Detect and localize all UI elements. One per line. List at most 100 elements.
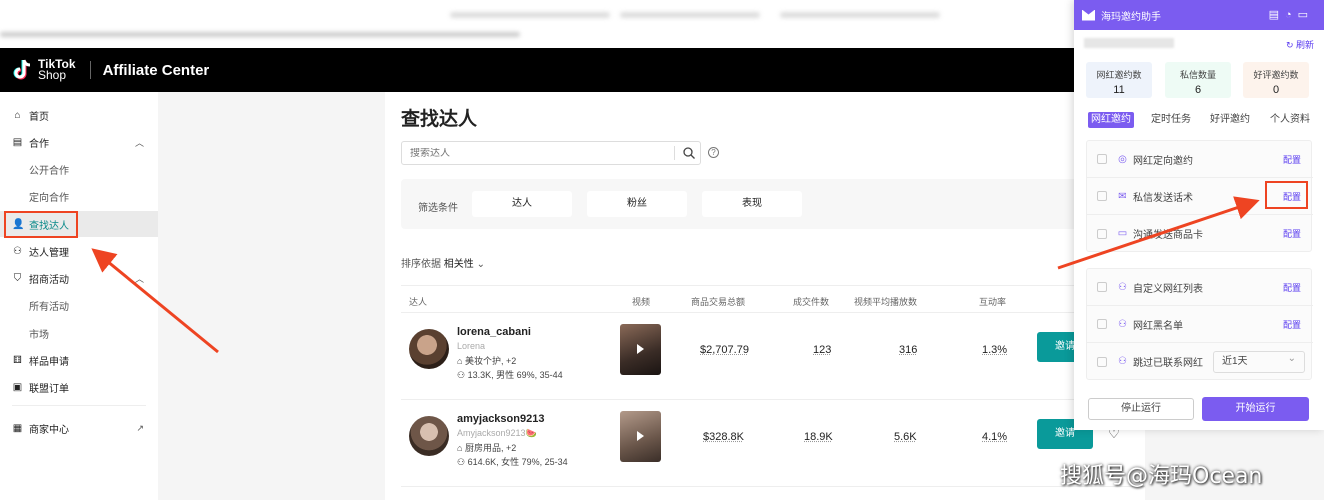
sidebar-item-cooperation[interactable]: ▤ 合作 ︿ (0, 129, 158, 155)
config-link[interactable]: 配置 (1283, 227, 1301, 240)
category-text: 美妆个护, +2 (464, 356, 517, 366)
creator-fans: ⚇ 13.3K, 男性 69%, 35-44 (457, 368, 563, 381)
refresh-button[interactable]: ↻ 刷新 (1286, 38, 1314, 51)
avatar[interactable] (409, 416, 449, 456)
sidebar-item-samples[interactable]: ⚅ 样品申请 (0, 347, 158, 373)
user-skip-icon: ⚇ (1118, 356, 1127, 367)
filter-creators-button[interactable]: 达人 (472, 191, 572, 217)
sidebar-item-affiliate-orders[interactable]: ▣ 联盟订单 (0, 374, 158, 400)
avg-views-value: 5.6K (894, 431, 917, 443)
start-button[interactable]: 开始运行 (1202, 397, 1309, 421)
gift-icon: ⚅ (13, 354, 22, 366)
creator-name[interactable]: amyjackson9213 (457, 413, 544, 425)
list-item[interactable]: ▭ 沟通发送商品卡 配置 (1087, 215, 1313, 252)
column-header: 达人 (409, 297, 428, 307)
sidebar-item-campaigns[interactable]: ⛉ 招商活动 ︿ (0, 265, 158, 291)
tiktok-logo-icon (13, 59, 31, 80)
stat-messages: 私信数量 6 (1165, 62, 1231, 98)
units-value: 18.9K (804, 431, 833, 443)
checkbox[interactable] (1097, 228, 1107, 239)
help-icon[interactable]: ? (708, 147, 719, 158)
watermark: 搜狐号@海玛Ocean (1060, 464, 1263, 489)
tiktok-shop-logo[interactable]: TikTok Shop (12, 58, 76, 82)
filter-performance-button[interactable]: 表现 (702, 191, 802, 217)
checkbox[interactable] (1097, 154, 1107, 164)
header-title: Affiliate Center (102, 61, 210, 79)
config-link[interactable]: 配置 (1283, 153, 1301, 166)
item-label: 自定义网红列表 (1133, 283, 1203, 295)
panel-group-2: ⚇ 自定义网红列表 配置 ⚇ 网红黑名单 配置 ⚇ 跳过已联系网红 近1天 (1086, 268, 1313, 380)
store-icon: ▦ (12, 422, 23, 434)
creator-handle: Amyjackson9213🍉 (457, 428, 537, 438)
annotation-redbox-config (1265, 181, 1308, 209)
tab-review-invite[interactable]: 好评邀约 (1210, 112, 1250, 128)
shield-icon: ⛉ (13, 272, 22, 284)
checkbox[interactable] (1097, 356, 1107, 367)
search-box (401, 141, 701, 165)
sidebar-item-home[interactable]: ⌂ 首页 (0, 102, 158, 128)
sidebar-item-label: 商家中心 (29, 424, 69, 436)
chevron-down-icon: ⌄ (476, 259, 485, 270)
search-input[interactable] (402, 147, 674, 159)
sidebar-item-label: 联盟订单 (29, 383, 69, 395)
column-header: 视频平均播放数 (854, 297, 918, 307)
video-thumbnail[interactable] (620, 411, 661, 462)
haima-logo-icon (1082, 9, 1095, 21)
sidebar: ⌂ 首页 ▤ 合作 ︿ 公开合作 定向合作 👤 查找达人 ⚇ 达人管理 ⛉ 招商… (0, 92, 158, 500)
sort-selector[interactable]: 排序依据 相关性 ⌄ (401, 255, 485, 270)
tab-influencer-invite[interactable]: 网红邀约 (1088, 112, 1134, 128)
stat-label: 私信数量 (1179, 70, 1216, 80)
avatar[interactable] (409, 329, 449, 369)
page-title: 查找达人 (401, 109, 478, 130)
filter-bar: 筛选条件 达人 粉丝 表现 (401, 179, 1091, 229)
item-label: 网红定向邀约 (1133, 155, 1193, 167)
list-item[interactable]: ⚇ 跳过已联系网红 近1天 (1087, 343, 1313, 380)
stop-button[interactable]: 停止运行 (1088, 398, 1194, 420)
table-row[interactable]: lorena_cabani Lorena ⌂ 美妆个护, +2 ⚇ 13.3K,… (401, 314, 1145, 400)
sidebar-item-targeted-cooperation[interactable]: 定向合作 (0, 183, 158, 209)
list-item[interactable]: ⚇ 网红黑名单 配置 (1087, 306, 1313, 343)
search-divider (674, 146, 675, 160)
checkbox[interactable] (1097, 282, 1107, 292)
external-link-icon: ↗ (136, 422, 144, 433)
sidebar-item-label: 所有活动 (29, 301, 69, 313)
user-block-icon: ⚇ (1118, 318, 1127, 330)
list-item[interactable]: ◎ 网红定向邀约 配置 (1087, 141, 1313, 178)
mail-icon: ✉ (1118, 190, 1127, 202)
sidebar-item-label: 定向合作 (29, 192, 69, 204)
item-label: 私信发送话术 (1133, 192, 1193, 204)
table-row[interactable]: amyjackson9213 Amyjackson9213🍉 ⌂ 厨房用品, +… (401, 401, 1145, 487)
sidebar-item-label: 首页 (29, 111, 49, 123)
sidebar-item-seller-center[interactable]: ▦ 商家中心 ↗ (0, 415, 158, 441)
sidebar-item-all-campaigns[interactable]: 所有活动 (0, 292, 158, 318)
tab-profile[interactable]: 个人资料 (1270, 112, 1310, 128)
sidebar-item-market[interactable]: 市场 (0, 320, 158, 346)
sidebar-item-label: 市场 (29, 329, 49, 341)
users-icon: ⚇ (1118, 281, 1127, 293)
units-value: 123 (813, 344, 832, 356)
stat-influencer-invites: 网红邀约数 11 (1086, 62, 1152, 98)
video-thumbnail[interactable] (620, 324, 661, 375)
fans-text: 614.6K, 女性 79%, 25-34 (467, 457, 568, 467)
sidebar-item-creator-management[interactable]: ⚇ 达人管理 (0, 238, 158, 264)
panel-header: 海玛邀约助手 ▤◔▭ (1074, 0, 1324, 30)
sidebar-item-label: 达人管理 (29, 247, 69, 259)
stat-review-invites: 好评邀约数 0 (1243, 62, 1309, 98)
tab-scheduled-tasks[interactable]: 定时任务 (1151, 112, 1191, 128)
panel-header-icons[interactable]: ▤◔▭ (1269, 8, 1314, 21)
creator-name[interactable]: lorena_cabani (457, 326, 531, 338)
sidebar-item-label: 样品申请 (29, 356, 69, 368)
filter-followers-button[interactable]: 粉丝 (587, 191, 687, 217)
config-link[interactable]: 配置 (1283, 281, 1301, 294)
creator-category: ⌂ 厨房用品, +2 (457, 441, 516, 454)
checkbox[interactable] (1097, 191, 1107, 201)
tag-icon: ⌂ (457, 356, 465, 366)
checkbox[interactable] (1097, 319, 1107, 329)
config-link[interactable]: 配置 (1283, 318, 1301, 331)
sidebar-item-public-cooperation[interactable]: 公开合作 (0, 156, 158, 182)
filter-label: 筛选条件 (418, 203, 458, 214)
search-icon[interactable] (682, 146, 696, 160)
skip-days-select[interactable]: 近1天 (1213, 349, 1305, 373)
engagement-value: 1.3% (982, 344, 1008, 356)
list-item[interactable]: ⚇ 自定义网红列表 配置 (1087, 269, 1313, 306)
